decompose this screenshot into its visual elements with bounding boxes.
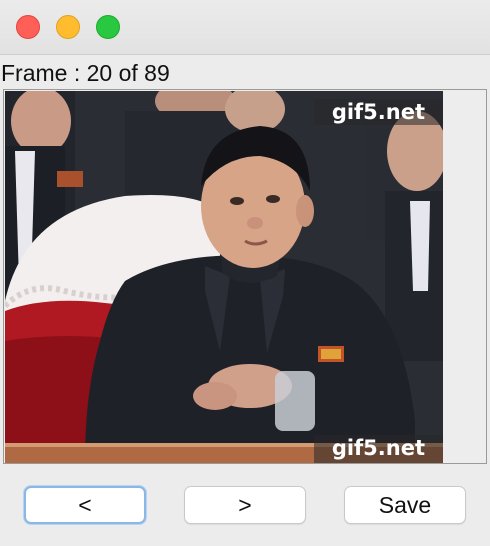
close-window-button[interactable]: [16, 15, 40, 39]
frame-picture: [5, 91, 443, 463]
maximize-window-button[interactable]: [96, 15, 120, 39]
next-frame-button[interactable]: >: [184, 486, 306, 524]
previous-frame-button[interactable]: <: [24, 486, 146, 524]
watermark-top: gif5.net: [313, 99, 443, 125]
save-button[interactable]: Save: [344, 486, 466, 524]
frame-counter-label: Frame : 20 of 89: [1, 60, 170, 86]
app-window: Frame : 20 of 89 gif5.net gif5.net < > S…: [0, 0, 490, 546]
gif-frame-image: gif5.net gif5.net: [5, 91, 443, 463]
title-bar[interactable]: [0, 0, 490, 55]
watermark-bottom: gif5.net: [313, 435, 443, 463]
minimize-window-button[interactable]: [56, 15, 80, 39]
frame-viewer: gif5.net gif5.net: [3, 89, 487, 464]
